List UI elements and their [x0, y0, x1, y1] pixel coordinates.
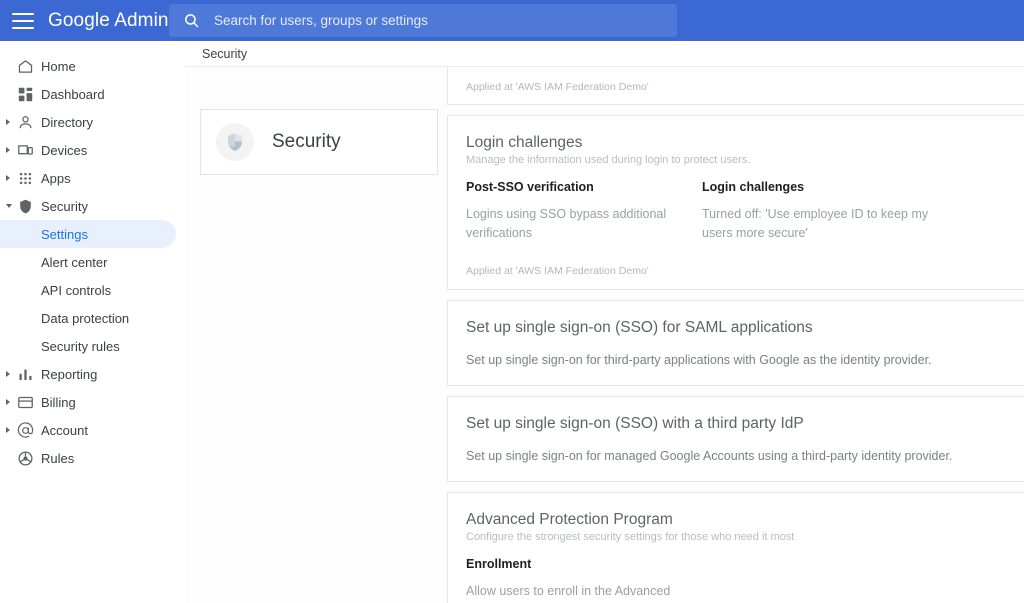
column-login-challenges: Login challenges Turned off: 'Use employ… — [702, 180, 938, 243]
content-area: Security Security Applied at 'AWS IAM Fe… — [185, 41, 1024, 603]
sidebar-item-settings[interactable]: Settings — [0, 220, 176, 248]
card-sso-third-party-idp[interactable]: Set up single sign-on (SSO) with a third… — [447, 396, 1024, 482]
applied-at-text: Applied at 'AWS IAM Federation Demo' — [466, 67, 1024, 104]
sidebar-item-label: Home — [41, 59, 76, 74]
rules-wheel-icon — [16, 449, 34, 467]
chevron-right-icon[interactable] — [6, 427, 10, 433]
card-title: Advanced Protection Program — [466, 493, 1024, 529]
column-enrollment: Enrollment Allow users to enroll in the … — [466, 557, 766, 603]
sidebar-item-security[interactable]: Security — [0, 192, 185, 220]
column-heading: Enrollment — [466, 557, 766, 571]
sidebar-item-security-rules[interactable]: Security rules — [0, 332, 185, 360]
sidebar-item-label: Account — [41, 423, 88, 438]
card-columns: Post-SSO verification Logins using SSO b… — [466, 180, 1024, 243]
breadcrumb-item-security[interactable]: Security — [202, 47, 247, 61]
sidebar-item-dashboard[interactable]: Dashboard — [0, 80, 185, 108]
column-heading: Post-SSO verification — [466, 180, 702, 194]
column-post-sso-verification: Post-SSO verification Logins using SSO b… — [466, 180, 702, 243]
apps-grid-icon — [16, 169, 34, 187]
sidebar-subitem-label: Settings — [41, 227, 88, 242]
sidebar-item-label: Directory — [41, 115, 93, 130]
card-description: Set up single sign-on for third-party ap… — [466, 337, 1024, 385]
chevron-right-icon[interactable] — [6, 147, 10, 153]
dashboard-icon — [16, 85, 34, 103]
search-icon — [183, 12, 200, 29]
sidebar-subitem-label: Alert center — [41, 255, 107, 270]
card-login-challenges[interactable]: Login challenges Manage the information … — [447, 115, 1024, 290]
left-panel: Security — [185, 67, 447, 603]
sidebar-item-home[interactable]: Home — [0, 52, 185, 80]
bar-chart-icon — [16, 365, 34, 383]
card-advanced-protection-program[interactable]: Advanced Protection Program Configure th… — [447, 492, 1024, 603]
card-subtitle: Configure the strongest security setting… — [466, 531, 1024, 543]
sidebar-item-label: Security — [41, 199, 88, 214]
settings-card-list: Applied at 'AWS IAM Federation Demo' Log… — [447, 67, 1024, 603]
app-header: Google Admin Search for users, groups or… — [0, 0, 1024, 41]
security-summary-card[interactable]: Security — [200, 109, 438, 175]
sidebar-item-label: Apps — [41, 171, 71, 186]
sidebar-subitem-label: Security rules — [41, 339, 120, 354]
column-body: Logins using SSO bypass additional verif… — [466, 205, 702, 243]
sidebar-item-rules[interactable]: Rules — [0, 444, 185, 472]
hamburger-menu-icon[interactable] — [12, 13, 34, 29]
home-icon — [16, 57, 34, 75]
applied-at-text: Applied at 'AWS IAM Federation Demo' — [466, 243, 1024, 289]
security-card-title: Security — [272, 131, 341, 153]
brand-google: Google — [48, 10, 110, 31]
shield-icon — [16, 197, 34, 215]
chevron-down-icon[interactable] — [6, 204, 12, 208]
sidebar-item-reporting[interactable]: Reporting — [0, 360, 185, 388]
card-subtitle: Manage the information used during login… — [466, 154, 1024, 166]
brand-logo[interactable]: Google Admin — [48, 10, 169, 32]
credit-card-icon — [16, 393, 34, 411]
sidebar-item-account[interactable]: Account — [0, 416, 185, 444]
sidebar-item-label: Dashboard — [41, 87, 105, 102]
shield-icon — [216, 123, 254, 161]
sidebar-item-devices[interactable]: Devices — [0, 136, 185, 164]
person-icon — [16, 113, 34, 131]
card-description: Set up single sign-on for managed Google… — [466, 433, 1024, 481]
sidebar-item-data-protection[interactable]: Data protection — [0, 304, 185, 332]
chevron-right-icon[interactable] — [6, 371, 10, 377]
sidebar-item-label: Billing — [41, 395, 76, 410]
sidebar: Home Dashboard Directory — [0, 41, 185, 603]
sidebar-item-apps[interactable]: Apps — [0, 164, 185, 192]
card-columns: Enrollment Allow users to enroll in the … — [466, 557, 1024, 603]
sidebar-subitem-label: API controls — [41, 283, 111, 298]
card-sso-saml[interactable]: Set up single sign-on (SSO) for SAML app… — [447, 300, 1024, 386]
search-input[interactable]: Search for users, groups or settings — [169, 4, 677, 37]
card-title: Set up single sign-on (SSO) for SAML app… — [466, 301, 1024, 337]
card-partial-top[interactable]: Applied at 'AWS IAM Federation Demo' — [447, 67, 1024, 105]
column-heading: Login challenges — [702, 180, 938, 194]
card-title: Set up single sign-on (SSO) with a third… — [466, 397, 1024, 433]
brand-admin: Admin — [114, 10, 168, 31]
sidebar-item-alert-center[interactable]: Alert center — [0, 248, 185, 276]
devices-icon — [16, 141, 34, 159]
chevron-right-icon[interactable] — [6, 399, 10, 405]
column-body: Allow users to enroll in the Advanced Pr… — [466, 582, 698, 603]
chevron-right-icon[interactable] — [6, 119, 10, 125]
search-placeholder: Search for users, groups or settings — [214, 13, 428, 28]
sidebar-item-label: Reporting — [41, 367, 97, 382]
sidebar-item-api-controls[interactable]: API controls — [0, 276, 185, 304]
sidebar-item-billing[interactable]: Billing — [0, 388, 185, 416]
sidebar-item-directory[interactable]: Directory — [0, 108, 185, 136]
sidebar-subitem-label: Data protection — [41, 311, 129, 326]
sidebar-item-label: Rules — [41, 451, 74, 466]
card-title: Login challenges — [466, 116, 1024, 152]
at-sign-icon — [16, 421, 34, 439]
sidebar-item-label: Devices — [41, 143, 87, 158]
column-body: Turned off: 'Use employee ID to keep my … — [702, 205, 938, 243]
chevron-right-icon[interactable] — [6, 175, 10, 181]
breadcrumb: Security — [185, 41, 1024, 67]
